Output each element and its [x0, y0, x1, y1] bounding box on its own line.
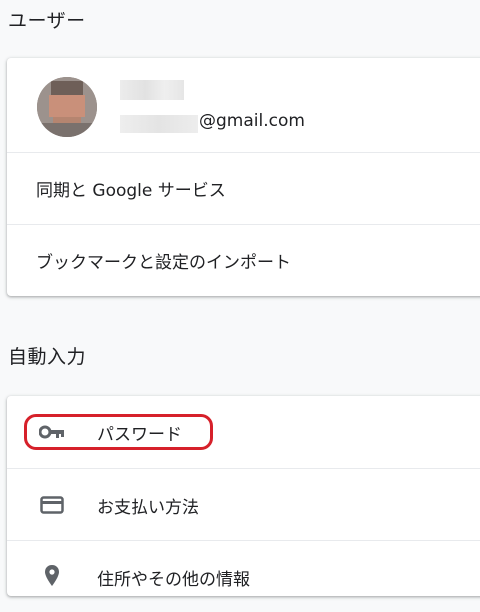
- user-card: @gmail.com 同期と Google サービス ブックマークと設定のインポ…: [7, 58, 480, 296]
- credit-card-icon: [39, 492, 65, 518]
- avatar: [37, 77, 97, 137]
- section-title-autofill: 自動入力: [8, 346, 87, 368]
- payment-methods-label: お支払い方法: [97, 498, 199, 518]
- highlight-annotation: [24, 414, 213, 450]
- account-email-redacted: [120, 115, 198, 133]
- addresses-more-label: 住所やその他の情報: [97, 570, 250, 590]
- import-bookmarks-settings-label: ブックマークと設定のインポート: [36, 253, 291, 273]
- section-title-user: ユーザー: [8, 10, 86, 32]
- import-bookmarks-settings-row[interactable]: ブックマークと設定のインポート: [7, 224, 480, 296]
- account-name-redacted: [120, 80, 184, 100]
- payment-methods-row[interactable]: お支払い方法: [7, 468, 480, 540]
- sync-google-services-row[interactable]: 同期と Google サービス: [7, 152, 480, 224]
- addresses-more-row[interactable]: 住所やその他の情報: [7, 540, 480, 612]
- sync-google-services-label: 同期と Google サービス: [36, 181, 226, 201]
- account-email: @gmail.com: [199, 111, 305, 131]
- location-pin-icon: [39, 563, 65, 589]
- account-row[interactable]: @gmail.com: [7, 58, 480, 152]
